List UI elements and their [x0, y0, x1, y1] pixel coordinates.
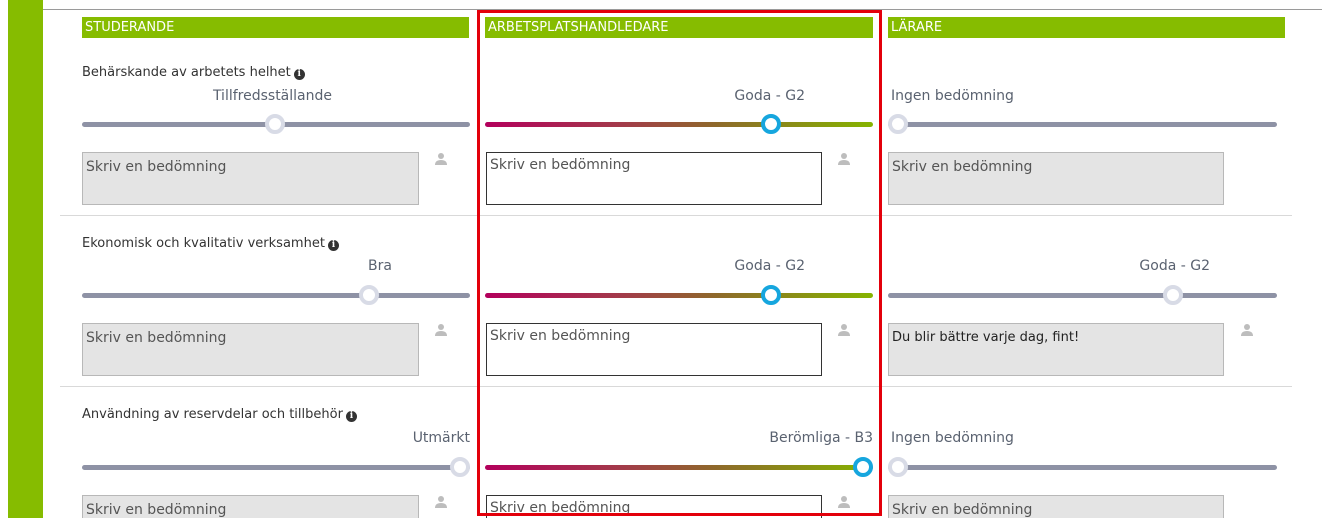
student-grade-slider[interactable]	[82, 293, 470, 298]
teacher-slider-knob[interactable]	[888, 457, 908, 477]
teacher-grade-slider[interactable]	[888, 122, 1277, 127]
student-comment-field[interactable]: Skriv en bedömning	[82, 323, 419, 376]
person-icon	[1241, 324, 1253, 336]
student-comment-field[interactable]: Skriv en bedömning	[82, 152, 419, 205]
person-icon	[435, 153, 447, 165]
student-grade-slider[interactable]	[82, 465, 470, 470]
criterion-title-text: Användning av reservdelar och tillbehör	[82, 407, 343, 422]
student-grade-label: Utmärkt	[412, 430, 470, 446]
criterion-title: Användning av reservdelar och tillbehör i	[82, 407, 357, 422]
criterion-title-text: Behärskande av arbetets helhet	[82, 65, 291, 80]
teacher-comment-field[interactable]: Skriv en bedömning	[888, 152, 1224, 205]
criterion-title: Ekonomisk och kvalitativ verksamhet i	[82, 236, 339, 251]
teacher-slider-knob[interactable]	[888, 114, 908, 134]
person-icon	[435, 496, 447, 508]
info-icon[interactable]: i	[293, 69, 305, 80]
teacher-comment-field[interactable]: Skriv en bedömning	[888, 495, 1224, 518]
left-accent-bar	[8, 0, 43, 518]
student-grade-label: Bra	[368, 258, 392, 274]
highlight-frame	[477, 10, 882, 516]
teacher-grade-label: Goda - G2	[1139, 258, 1210, 274]
student-slider-knob[interactable]	[450, 457, 470, 477]
teacher-comment-field[interactable]: Du blir bättre varje dag, fint!	[888, 323, 1224, 376]
student-slider-knob[interactable]	[359, 285, 379, 305]
criterion-title-text: Ekonomisk och kvalitativ verksamhet	[82, 236, 325, 251]
teacher-grade-label: Ingen bedömning	[891, 88, 1014, 104]
info-icon[interactable]: i	[345, 411, 357, 422]
teacher-grade-label: Ingen bedömning	[891, 430, 1014, 446]
criterion-title: Behärskande av arbetets helhet i	[82, 65, 305, 80]
column-header-teacher: LÄRARE	[888, 17, 1285, 38]
column-header-student: STUDERANDE	[82, 17, 469, 38]
student-comment-field[interactable]: Skriv en bedömning	[82, 495, 419, 518]
student-grade-label: Tillfredsställande	[212, 88, 332, 104]
info-icon[interactable]: i	[327, 240, 339, 251]
teacher-grade-slider[interactable]	[888, 465, 1277, 470]
teacher-grade-slider[interactable]	[888, 293, 1277, 298]
person-icon	[435, 324, 447, 336]
teacher-slider-knob[interactable]	[1163, 285, 1183, 305]
student-slider-knob[interactable]	[265, 114, 285, 134]
